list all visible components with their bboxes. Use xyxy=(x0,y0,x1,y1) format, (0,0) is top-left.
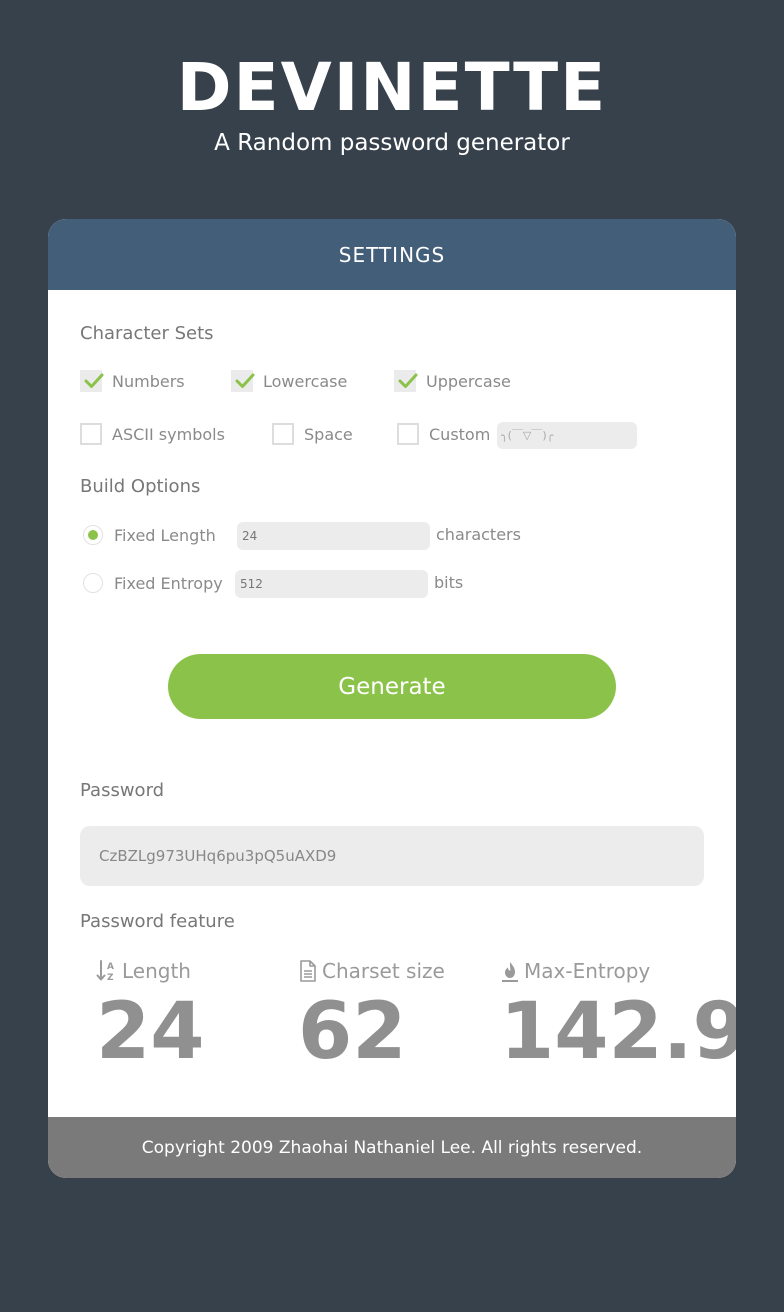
space-label: Space xyxy=(304,424,353,444)
charset-size-feature: Charset size 62 xyxy=(298,958,445,1088)
max-entropy-label: Max-Entropy xyxy=(524,959,651,983)
length-value: 24 xyxy=(96,987,205,1077)
uppercase-checkbox[interactable]: Uppercase xyxy=(394,368,511,394)
app-subtitle: A Random password generator xyxy=(214,130,570,156)
settings-header: SETTINGS xyxy=(48,219,736,290)
fixed-entropy-radio[interactable]: Fixed Entropy xyxy=(83,571,223,595)
ascii-symbols-checkbox[interactable]: ASCII symbols xyxy=(80,421,225,447)
fixed-length-radio[interactable]: Fixed Length xyxy=(83,523,216,547)
custom-box xyxy=(397,423,419,445)
footer-copyright: Copyright 2009 Zhaohai Nathaniel Lee. Al… xyxy=(48,1117,736,1178)
fixed-length-unit: characters xyxy=(436,525,521,544)
ascii-symbols-box xyxy=(80,423,102,445)
space-box xyxy=(272,423,294,445)
charset-size-label: Charset size xyxy=(322,959,445,983)
uppercase-check-icon xyxy=(394,370,418,392)
password-feature-heading: Password feature xyxy=(80,911,235,932)
max-entropy-value: 142.9 xyxy=(500,987,736,1077)
lowercase-check-icon xyxy=(231,370,255,392)
password-output[interactable]: CzBZLg973UHq6pu3pQ5uAXD9 xyxy=(80,826,704,886)
lowercase-checkbox[interactable]: Lowercase xyxy=(231,368,347,394)
space-checkbox[interactable]: Space xyxy=(272,421,353,447)
length-feature: A Z Length 24 xyxy=(96,958,205,1088)
ascii-symbols-label: ASCII symbols xyxy=(112,424,225,444)
character-sets-heading: Character Sets xyxy=(80,323,214,344)
length-label: Length xyxy=(122,959,191,983)
password-heading: Password xyxy=(80,780,165,801)
numbers-label: Numbers xyxy=(112,371,185,391)
fixed-entropy-label: Fixed Entropy xyxy=(114,573,223,593)
app-title: DEVINETTE xyxy=(176,49,608,126)
fixed-length-radio-dot xyxy=(83,525,103,545)
numbers-checkbox[interactable]: Numbers xyxy=(80,368,185,394)
sort-alpha-icon: A Z xyxy=(96,959,118,983)
settings-card: SETTINGS Character Sets Numbers Lowercas… xyxy=(48,219,736,1178)
uppercase-label: Uppercase xyxy=(426,371,511,391)
custom-label: Custom xyxy=(429,424,491,444)
max-entropy-feature: Max-Entropy 142.9 xyxy=(500,958,736,1088)
document-icon xyxy=(298,959,318,983)
svg-text:Z: Z xyxy=(107,973,114,983)
custom-charset-input[interactable] xyxy=(497,422,637,449)
fixed-entropy-input[interactable] xyxy=(235,570,428,598)
generate-button[interactable]: Generate xyxy=(168,654,616,719)
lowercase-label: Lowercase xyxy=(263,371,348,391)
fixed-entropy-radio-dot xyxy=(83,573,103,593)
custom-checkbox[interactable]: Custom xyxy=(397,421,490,447)
svg-text:A: A xyxy=(107,962,114,972)
fixed-length-label: Fixed Length xyxy=(114,525,216,545)
fixed-length-input[interactable] xyxy=(237,522,430,550)
fire-icon xyxy=(500,959,520,983)
fixed-entropy-unit: bits xyxy=(434,573,464,592)
charset-size-value: 62 xyxy=(298,987,407,1077)
numbers-check-icon xyxy=(80,370,104,392)
build-options-heading: Build Options xyxy=(80,476,201,497)
